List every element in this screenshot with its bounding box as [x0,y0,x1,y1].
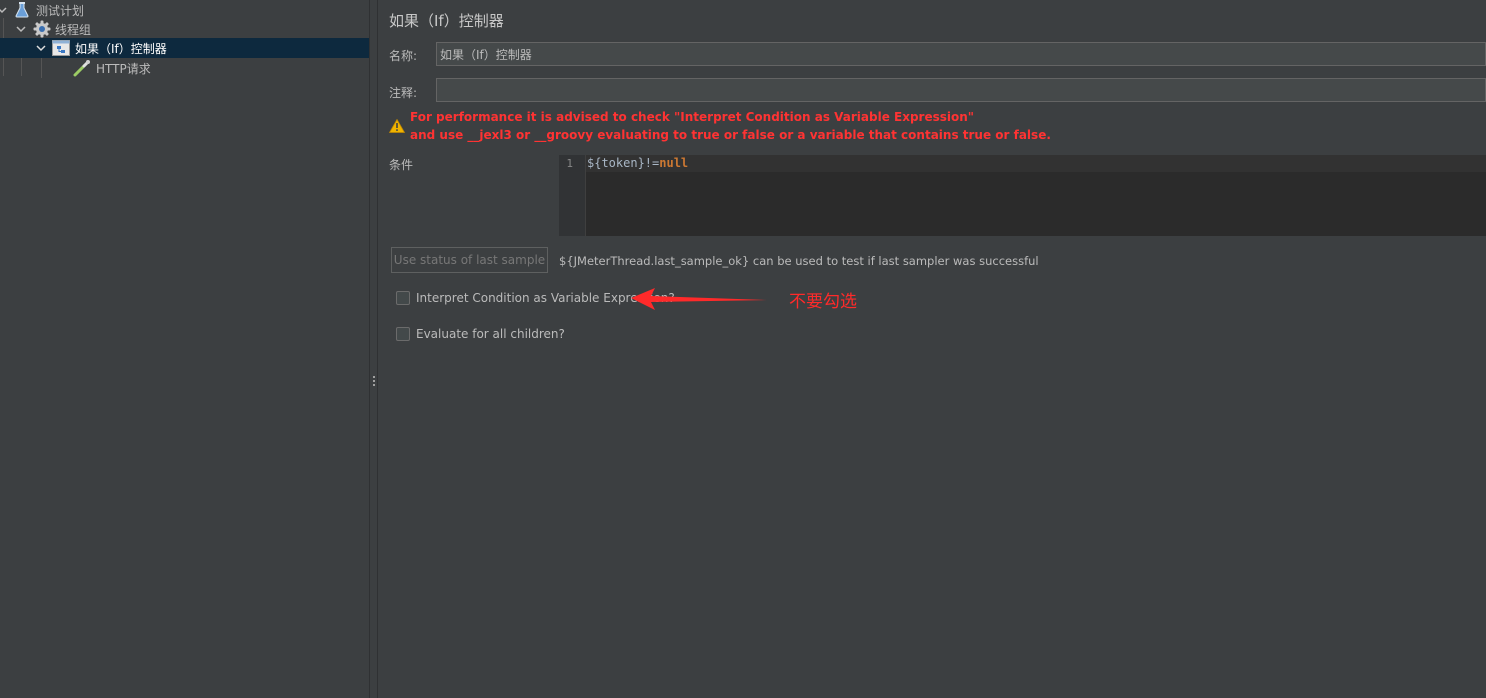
line-number: 1 [566,157,573,170]
interpret-condition-checkbox[interactable] [396,291,410,305]
annotation-text: 不要勾选 [789,292,857,312]
chevron-down-icon[interactable] [16,24,26,34]
chevron-down-icon[interactable] [0,5,7,15]
editor-gutter: 1 [559,155,586,236]
code-keyword-null: null [659,156,689,170]
comment-field[interactable] [436,78,1486,102]
tree-item-label: 线程组 [55,23,92,37]
name-field[interactable] [436,42,1486,66]
name-label: 名称: [389,49,418,63]
tree-item-if-controller[interactable]: 如果（If）控制器 [0,38,369,58]
code-line: ${token}!=null [587,156,688,170]
annotation-arrow-icon [631,288,767,310]
splitter-grip-dot [373,384,375,386]
tree-item-label: 测试计划 [36,4,85,18]
warning-line-2: and use __jexl3 or __groovy evaluating t… [410,128,1051,142]
evaluate-all-children-checkbox[interactable] [396,327,410,341]
http-sampler-pipette-icon [73,59,91,77]
warning-line-1: For performance it is advised to check "… [410,110,975,124]
tree-item-http-request[interactable]: HTTP请求 [0,58,369,78]
if-controller-panel: 如果（If）控制器 名称: 注释: For performance it is … [379,0,1486,698]
warning-triangle-icon [389,119,405,133]
thread-group-gear-icon [33,20,51,38]
panel-title: 如果（If）控制器 [389,12,504,30]
tree-item-label: HTTP请求 [96,62,151,76]
test-plan-flask-icon [13,1,31,19]
last-sample-ok-hint: ${JMeterThread.last_sample_ok} can be us… [559,254,1039,268]
jmeter-window: 测试计划 线程组 如果（If）控制器 HTTP请求 如果（If）控制器 名称: … [0,0,1486,698]
condition-editor[interactable]: 1 ${token}!=null [559,155,1486,236]
tree-item-thread-group[interactable]: 线程组 [0,19,369,39]
if-controller-icon [52,39,70,57]
splitter-grip-dot [373,380,375,382]
comment-label: 注释: [389,86,418,100]
test-plan-tree: 测试计划 线程组 如果（If）控制器 HTTP请求 [0,0,369,698]
condition-label: 条件 [389,158,414,172]
tree-item-label: 如果（If）控制器 [75,42,167,56]
use-status-of-last-sample-button[interactable]: Use status of last sample [391,247,548,273]
split-pane-divider[interactable] [369,0,378,698]
current-line-highlight [586,155,1486,172]
splitter-grip-dot [373,376,375,378]
chevron-down-icon[interactable] [36,43,46,53]
code-expression: ${token}!= [587,156,660,170]
performance-warning: For performance it is advised to check "… [389,109,1089,149]
evaluate-all-children-label[interactable]: Evaluate for all children? [416,327,565,341]
tree-item-test-plan[interactable]: 测试计划 [0,0,369,20]
